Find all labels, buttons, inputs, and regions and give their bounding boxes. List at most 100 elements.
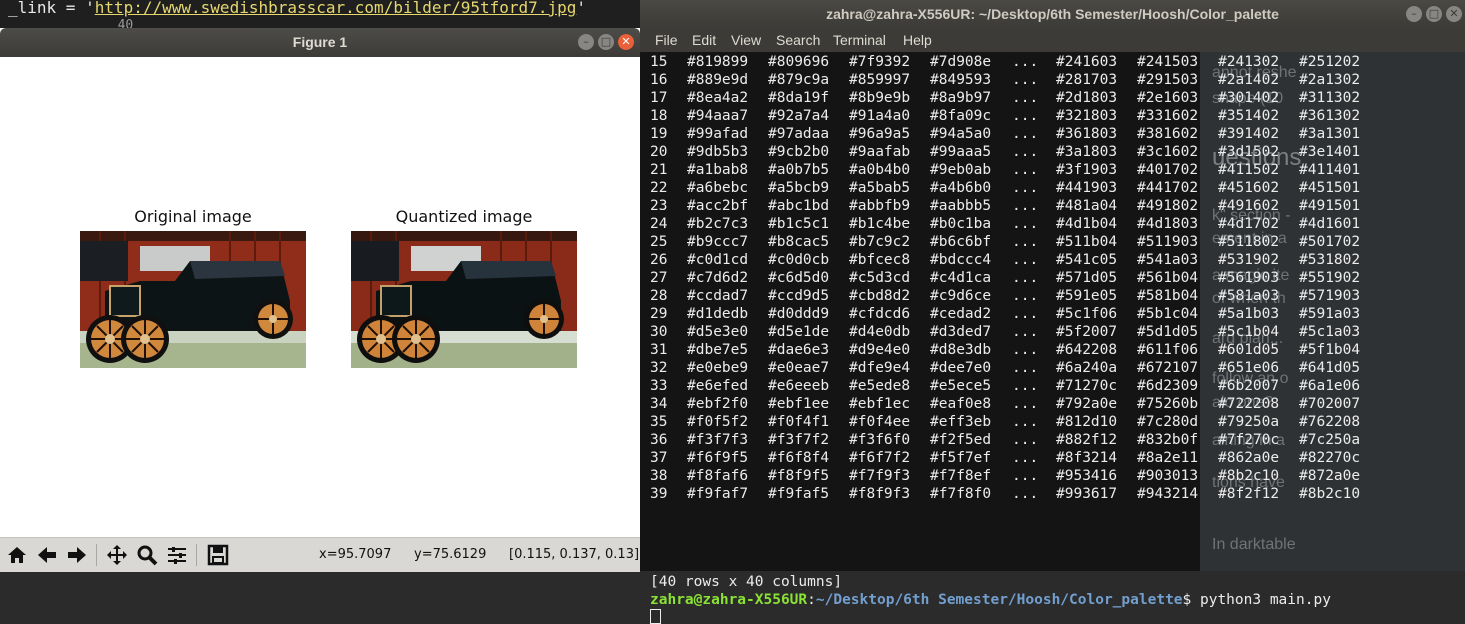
color-hex-cell: #e6eeeb [768,378,830,394]
color-hex-cell: #c6d5d0 [768,270,830,286]
menu-file[interactable]: File [655,32,678,48]
maximize-button[interactable]: □ [598,34,614,50]
color-hex-cell: #91a4a0 [849,108,911,124]
color-hex-cell: #4d1702 [1218,216,1280,232]
forward-arrow-icon[interactable] [64,543,90,567]
color-hex-cell: #d0ddd9 [768,306,830,322]
color-hex-cell: #411502 [1218,162,1280,178]
menu-help[interactable]: Help [903,32,932,48]
color-hex-cell: #f0f5f2 [687,414,749,430]
close-button[interactable]: ✕ [1446,6,1462,22]
editor-code-url: http://www.swedishbrasscar.com/bilder/95… [94,0,577,17]
pan-icon[interactable] [104,543,130,567]
terminal-output[interactable]: 15 #819899 #809696 #7f9392 #7d908e... #241603… [640,52,1360,624]
color-hex-cell: #862a0e [1218,450,1280,466]
color-hex-cell: #6a240a [1056,360,1118,376]
color-hex-cell: #5b1c04 [1137,306,1199,322]
color-hex-cell: ... [1012,198,1039,214]
terminal-titlebar[interactable]: zahra@zahra-X556UR: ~/Desktop/6th Semest… [640,0,1465,28]
save-icon[interactable] [205,543,231,567]
figure-titlebar[interactable]: Figure 1 – □ ✕ [0,28,640,57]
color-hex-cell: #6a1e06 [1299,378,1361,394]
color-hex-cell: #3f1903 [1056,162,1118,178]
color-hex-cell: #b7c9c2 [849,234,911,250]
quantized-image-title: Quantized image [395,207,533,226]
color-hex-cell: #d5e3e0 [687,324,749,340]
color-hex-cell: #f7f9f3 [849,468,911,484]
row-index: 16 [650,72,668,88]
minimize-button[interactable]: – [1406,6,1422,22]
figure-window[interactable]: Figure 1 – □ ✕ Original image Quantized … [0,28,640,572]
color-hex-cell: #e0ebe9 [687,360,749,376]
color-hex-cell: #b9ccc7 [687,234,749,250]
pixel-value-readout: [0.115, 0.137, 0.13] [509,547,640,562]
color-hex-cell: #8fa09c [930,108,992,124]
prompt-command: $ python3 main.py [1182,592,1331,608]
color-hex-cell: #819899 [687,54,749,70]
color-hex-cell: #c5d3cd [849,270,911,286]
color-hex-cell: ... [1012,126,1039,142]
color-hex-cell: ... [1012,306,1039,322]
color-hex-cell: ... [1012,414,1039,430]
color-hex-cell: #511b04 [1056,234,1118,250]
back-arrow-icon[interactable] [34,543,60,567]
menu-search[interactable]: Search [776,32,820,48]
color-hex-cell: #571903 [1299,288,1361,304]
color-hex-cell: #cfdcd6 [849,306,911,322]
color-hex-cell: #943214 [1137,486,1199,502]
color-hex-cell: #5a1b03 [1218,306,1280,322]
color-hex-cell: #f3f7f3 [687,432,749,448]
color-hex-cell: #2d1803 [1056,90,1118,106]
color-hex-cell: #dbe7e5 [687,342,749,358]
color-hex-cell: #511903 [1137,234,1199,250]
terminal-menubar: File Edit View Search Terminal Help [640,28,1465,52]
color-hex-cell: ... [1012,270,1039,286]
row-index: 33 [650,378,668,394]
color-hex-cell: #311302 [1299,90,1361,106]
color-hex-cell: #9aafab [849,144,911,160]
color-hex-cell: #a5bab5 [849,180,911,196]
color-hex-cell: #94aaa7 [687,108,749,124]
color-hex-cell: #7d908e [930,54,992,70]
color-hex-cell: #a1bab8 [687,162,749,178]
color-hex-cell: #99afad [687,126,749,142]
color-hex-cell: #451602 [1218,180,1280,196]
color-hex-cell: #f0f4f1 [768,414,830,430]
zoom-icon[interactable] [134,543,160,567]
minimize-button[interactable]: – [578,34,594,50]
color-hex-cell: #361302 [1299,108,1361,124]
color-hex-cell: #301402 [1218,90,1280,106]
color-hex-cell: #cedad2 [930,306,992,322]
color-hex-cell: #3d1502 [1218,144,1280,160]
color-hex-cell: #f6f8f4 [768,450,830,466]
close-button[interactable]: ✕ [618,34,634,50]
subplots-icon[interactable] [164,543,190,567]
color-hex-cell: ... [1012,486,1039,502]
color-hex-cell: #b1c4be [849,216,911,232]
row-index: 20 [650,144,668,160]
maximize-button[interactable]: □ [1426,6,1442,22]
color-hex-cell: #321803 [1056,108,1118,124]
color-hex-cell: ... [1012,216,1039,232]
color-hex-cell: #491501 [1299,198,1361,214]
prompt-user: zahra@zahra-X556UR [650,592,808,608]
menu-terminal[interactable]: Terminal [833,32,886,48]
figure-toolbar: x=95.7097 y=75.6129 [0.115, 0.137, 0.13] [0,537,640,572]
color-hex-cell: #3c1602 [1137,144,1199,160]
color-hex-cell: #809696 [768,54,830,70]
menu-view[interactable]: View [731,32,761,48]
menu-edit[interactable]: Edit [692,32,716,48]
color-hex-cell: #f9faf5 [768,486,830,502]
color-hex-cell: #551902 [1299,270,1361,286]
color-hex-cell: ... [1012,396,1039,412]
color-hex-cell: ... [1012,360,1039,376]
color-hex-cell: #94a5a0 [930,126,992,142]
color-hex-cell: #cbd8d2 [849,288,911,304]
home-icon[interactable] [4,543,30,567]
terminal-window[interactable]: zahra@zahra-X556UR: ~/Desktop/6th Semest… [640,0,1465,624]
color-hex-cell: #5f1b04 [1299,342,1361,358]
color-hex-cell: #c4d1ca [930,270,992,286]
color-hex-cell: #591e05 [1056,288,1118,304]
color-hex-cell: #dae6e3 [768,342,830,358]
color-hex-cell: #8a2e11 [1137,450,1199,466]
